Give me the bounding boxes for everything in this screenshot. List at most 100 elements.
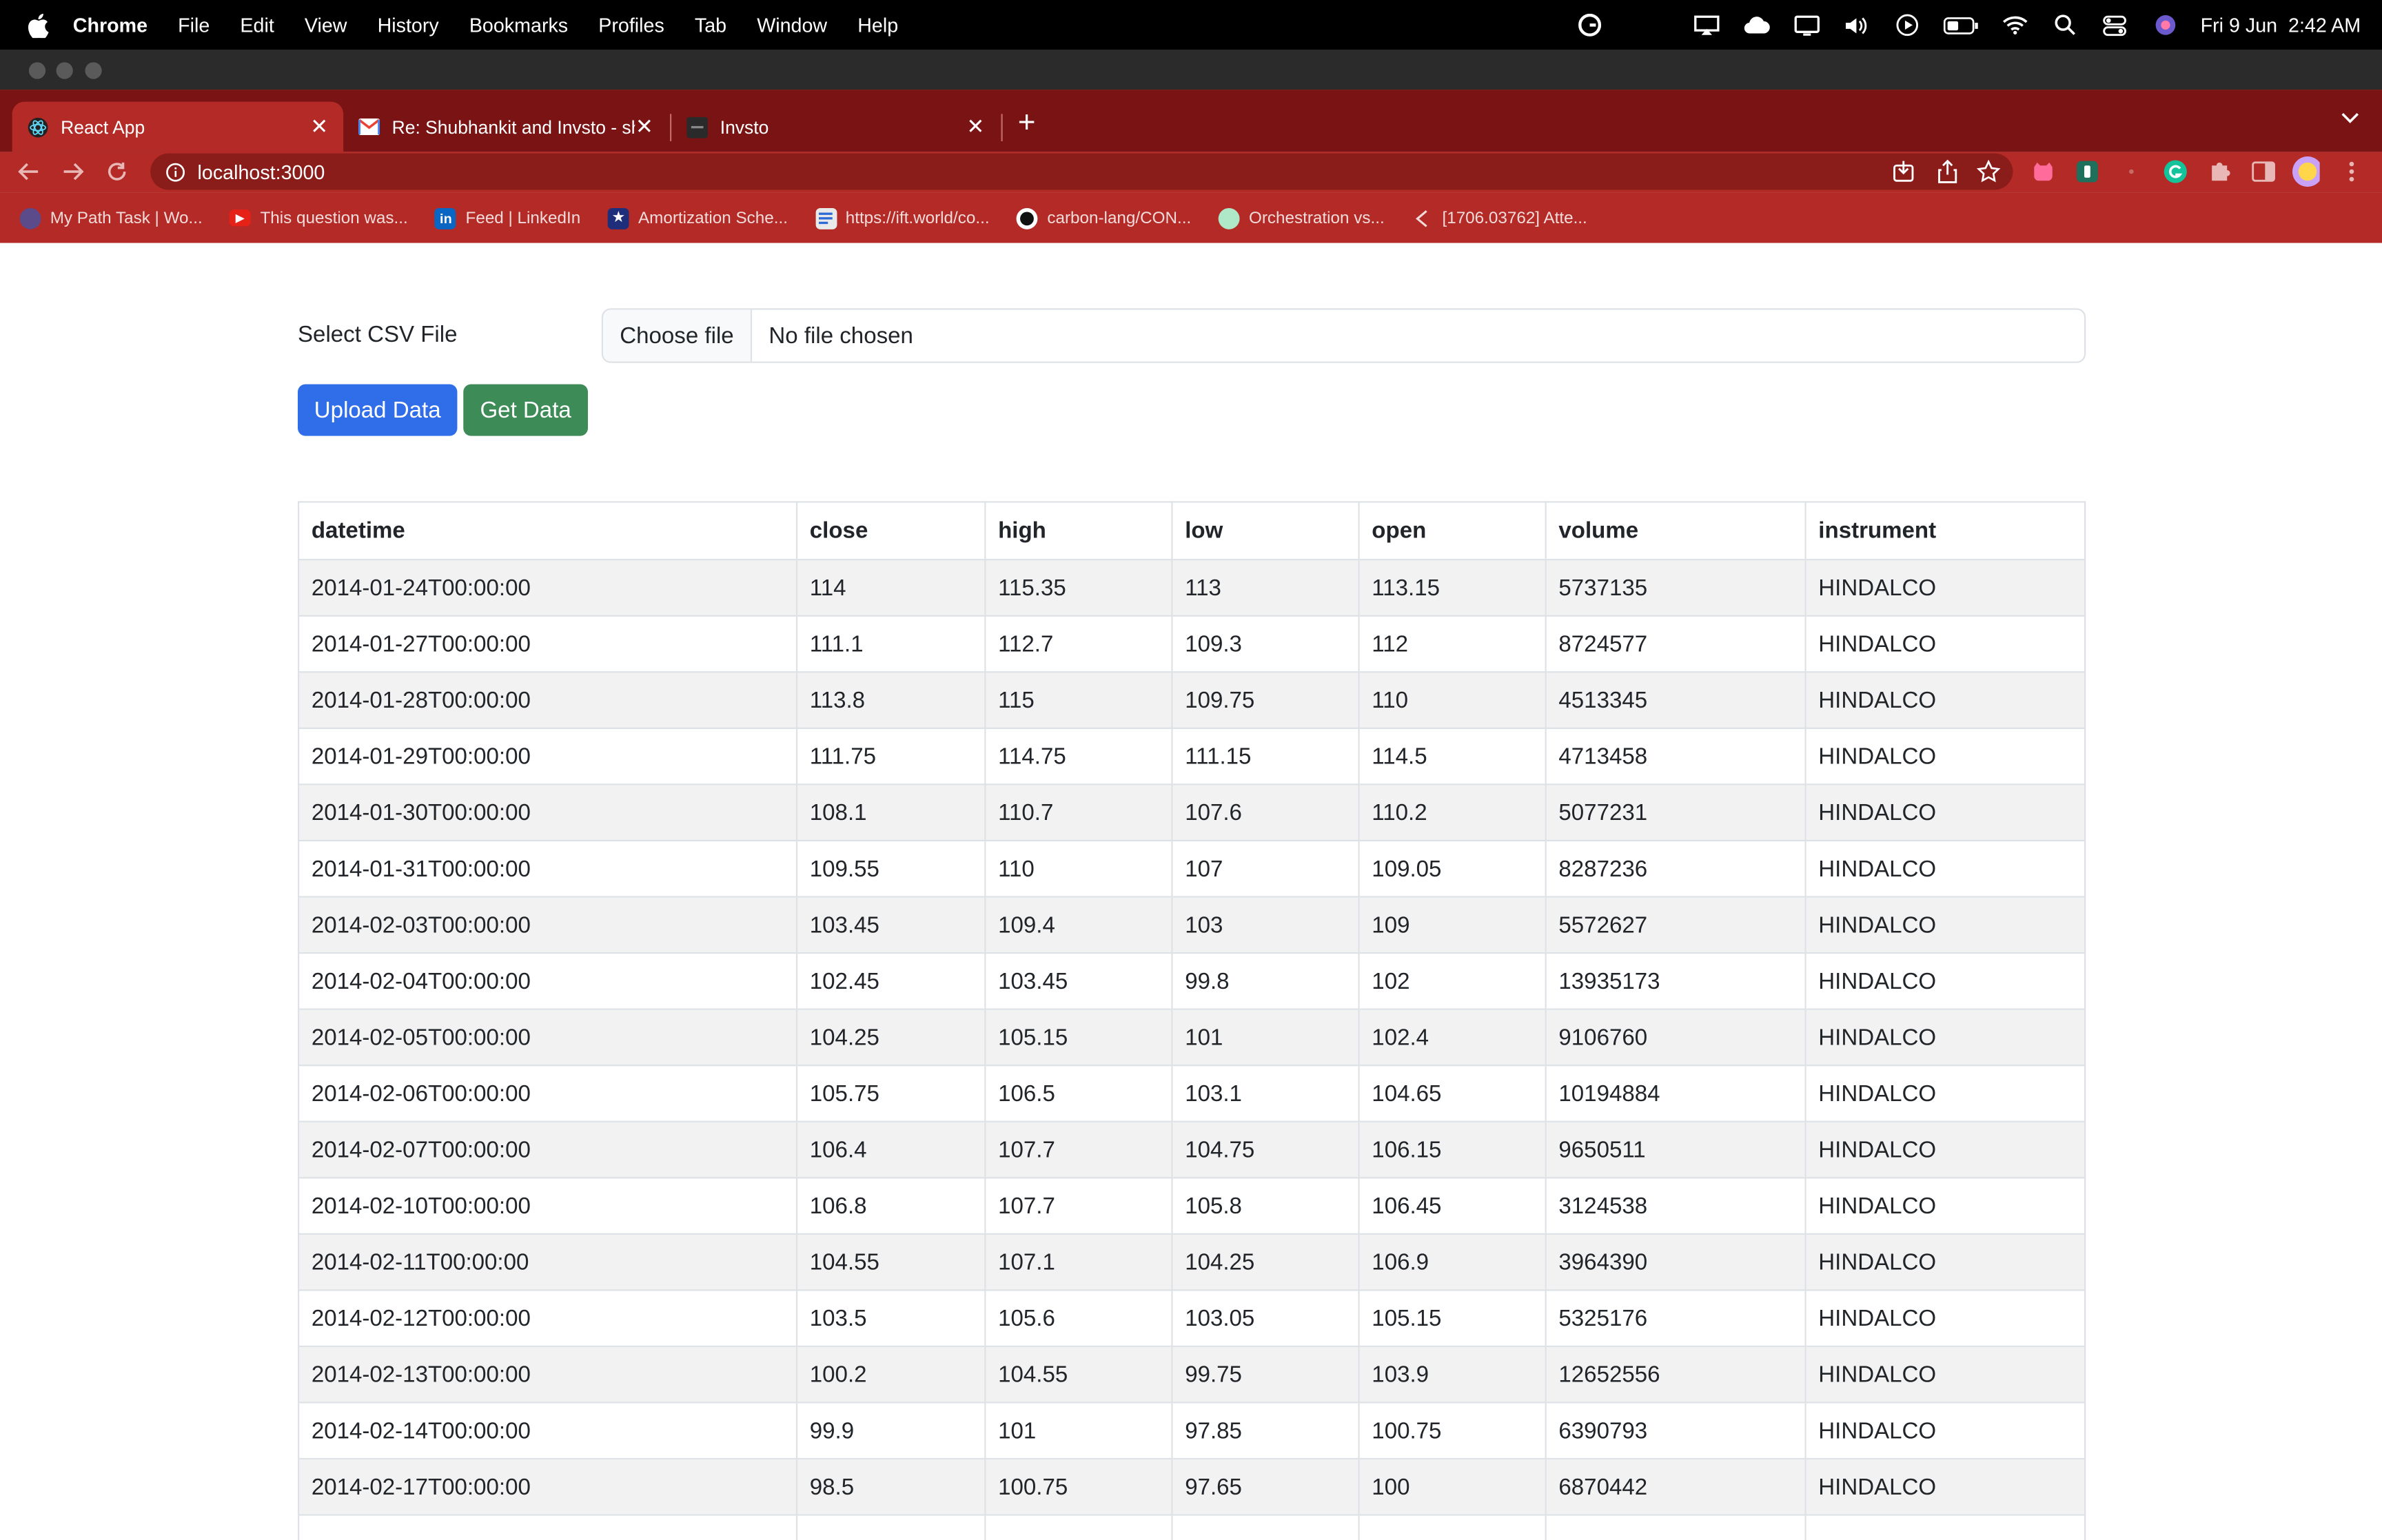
tab-invsto[interactable]: Invsto ✕ [675, 102, 1000, 152]
display-icon[interactable] [1792, 13, 1821, 37]
extensions-puzzle-icon[interactable] [2206, 158, 2233, 185]
cell-high [984, 1514, 1173, 1540]
chrome-menu-icon[interactable] [2338, 158, 2365, 185]
extension-cat-icon[interactable] [2030, 158, 2057, 185]
menu-window[interactable]: Window [757, 14, 827, 37]
menu-tab[interactable]: Tab [695, 14, 726, 37]
bookmark-item[interactable]: This question was... [230, 209, 408, 227]
reload-icon[interactable] [103, 158, 131, 185]
cell-high: 100.75 [984, 1457, 1173, 1516]
tab-search-chevron-icon[interactable] [2339, 111, 2361, 126]
bookmark-label: Amortization Sche... [638, 209, 788, 227]
close-icon[interactable]: ✕ [310, 114, 328, 139]
close-icon[interactable]: ✕ [635, 114, 653, 139]
menu-help[interactable]: Help [857, 14, 898, 37]
bookmark-item[interactable]: Orchestration vs... [1218, 207, 1385, 229]
wifi-icon[interactable] [2000, 13, 2029, 37]
table-row: 2014-02-05T00:00:00 104.25 105.15 101 102.4 9… [298, 1008, 2086, 1067]
bookmark-label: [1706.03762] Atte... [1442, 209, 1587, 227]
screen-mirror-icon[interactable] [1691, 13, 1720, 37]
get-data-button[interactable]: Get Data [463, 384, 588, 436]
bookmark-item[interactable]: https://ift.world/co... [815, 207, 990, 229]
battery-icon[interactable] [1942, 13, 1979, 37]
table-row: 2014-02-10T00:00:00 106.8 107.7 105.8 106.45… [298, 1177, 2086, 1235]
menu-profiles[interactable]: Profiles [598, 14, 664, 37]
extension-shield-icon[interactable] [2074, 158, 2101, 185]
apple-icon[interactable] [21, 12, 54, 38]
menu-file[interactable]: File [178, 14, 210, 37]
profile-avatar[interactable] [2292, 156, 2320, 187]
control-center-icon[interactable] [2100, 13, 2129, 37]
cell-close: 100.2 [795, 1345, 986, 1404]
cell-open: 100 [1358, 1457, 1547, 1516]
menu-clock[interactable]: Fri 9 Jun 2:42 AM [2201, 14, 2361, 37]
tab-gmail[interactable]: Re: Shubhankit and Invsto - sh ✕ [347, 102, 669, 152]
bookmark-item[interactable]: My Path Task | Wo... [19, 207, 203, 229]
bookmark-item[interactable]: ★ Amortization Sche... [607, 207, 788, 229]
cell-datetime: 2014-02-10T00:00:00 [298, 1177, 798, 1235]
share-icon[interactable] [1937, 159, 1958, 183]
window-close-button[interactable] [28, 62, 46, 79]
cell-datetime: 2014-01-29T00:00:00 [298, 727, 798, 786]
bookmark-item[interactable]: carbon-lang/CON... [1017, 207, 1191, 229]
cell-high: 109.4 [984, 896, 1173, 954]
menu-app-name[interactable]: Chrome [73, 14, 147, 37]
address-bar[interactable]: localhost:3000 [150, 153, 2013, 190]
menu-bookmarks[interactable]: Bookmarks [469, 14, 568, 37]
cell-close: 106.8 [795, 1177, 986, 1235]
bookmark-star-icon[interactable] [1976, 159, 2001, 183]
tab-react-app[interactable]: React App ✕ [12, 101, 344, 152]
install-app-icon[interactable] [1891, 159, 1915, 183]
column-header-open: open [1358, 501, 1547, 561]
upload-data-button[interactable]: Upload Data [298, 384, 458, 436]
url-text[interactable]: localhost:3000 [198, 161, 325, 183]
cell-close: 102.45 [795, 952, 986, 1010]
side-panel-icon[interactable] [2250, 158, 2277, 185]
cell-close: 104.25 [795, 1008, 986, 1067]
cell-volume: 3964390 [1545, 1233, 1806, 1291]
cell-low: 104.75 [1171, 1120, 1360, 1179]
cell-close [795, 1514, 986, 1540]
cell-datetime: 2014-01-31T00:00:00 [298, 839, 798, 898]
grammarly-extension-icon[interactable] [2161, 158, 2189, 185]
back-icon[interactable] [15, 158, 43, 185]
status-icons: Fri 9 Jun 2:42 AM [1575, 0, 2361, 50]
cell-open: 106.15 [1358, 1120, 1547, 1179]
grammarly-status-icon[interactable] [1575, 13, 1604, 37]
cell-close: 103.45 [795, 896, 986, 954]
menu-view[interactable]: View [305, 14, 347, 37]
cell-open: 106.45 [1358, 1177, 1547, 1235]
openai-icon [1218, 207, 1240, 229]
cell-open: 110.2 [1358, 783, 1547, 842]
window-zoom-button[interactable] [85, 62, 102, 79]
window-minimize-button[interactable] [56, 62, 73, 79]
play-icon[interactable] [1892, 13, 1921, 37]
menu-edit[interactable]: Edit [240, 14, 274, 37]
cell-high: 106.5 [984, 1065, 1173, 1122]
extension-dot-icon[interactable] [2118, 158, 2146, 185]
table-body: 2014-01-24T00:00:00 114 115.35 113 113.15 573… [298, 559, 2086, 1540]
cell-instrument: HINDALCO [1804, 896, 2086, 954]
forward-icon[interactable] [59, 158, 87, 185]
cell-volume: 10194884 [1545, 1065, 1806, 1122]
csv-file-input[interactable]: Choose file No file chosen [601, 308, 2086, 363]
bookmark-item[interactable]: [1706.03762] Atte... [1412, 207, 1587, 229]
choose-file-button[interactable]: Choose file [603, 309, 753, 362]
search-icon[interactable] [2050, 13, 2079, 37]
site-info-icon[interactable] [165, 162, 185, 182]
new-tab-icon[interactable]: + [1018, 107, 1036, 138]
table-row: 2014-01-29T00:00:00 111.75 114.75 111.15 114… [298, 727, 2086, 786]
cell-low: 111.15 [1171, 727, 1360, 786]
table-row: 2014-01-24T00:00:00 114 115.35 113 113.15 573… [298, 559, 2086, 617]
close-icon[interactable]: ✕ [966, 114, 984, 139]
menu-history[interactable]: History [378, 14, 439, 37]
volume-icon[interactable] [1842, 13, 1871, 37]
cell-low: 97.85 [1171, 1402, 1360, 1460]
cell-datetime: 2014-02-17T00:00:00 [298, 1457, 798, 1516]
bookmark-item[interactable]: in Feed | LinkedIn [435, 207, 580, 229]
cell-high: 110 [984, 839, 1173, 898]
cloud-icon[interactable] [1742, 13, 1771, 37]
column-header-close: close [795, 501, 986, 561]
siri-icon[interactable] [2150, 13, 2179, 37]
